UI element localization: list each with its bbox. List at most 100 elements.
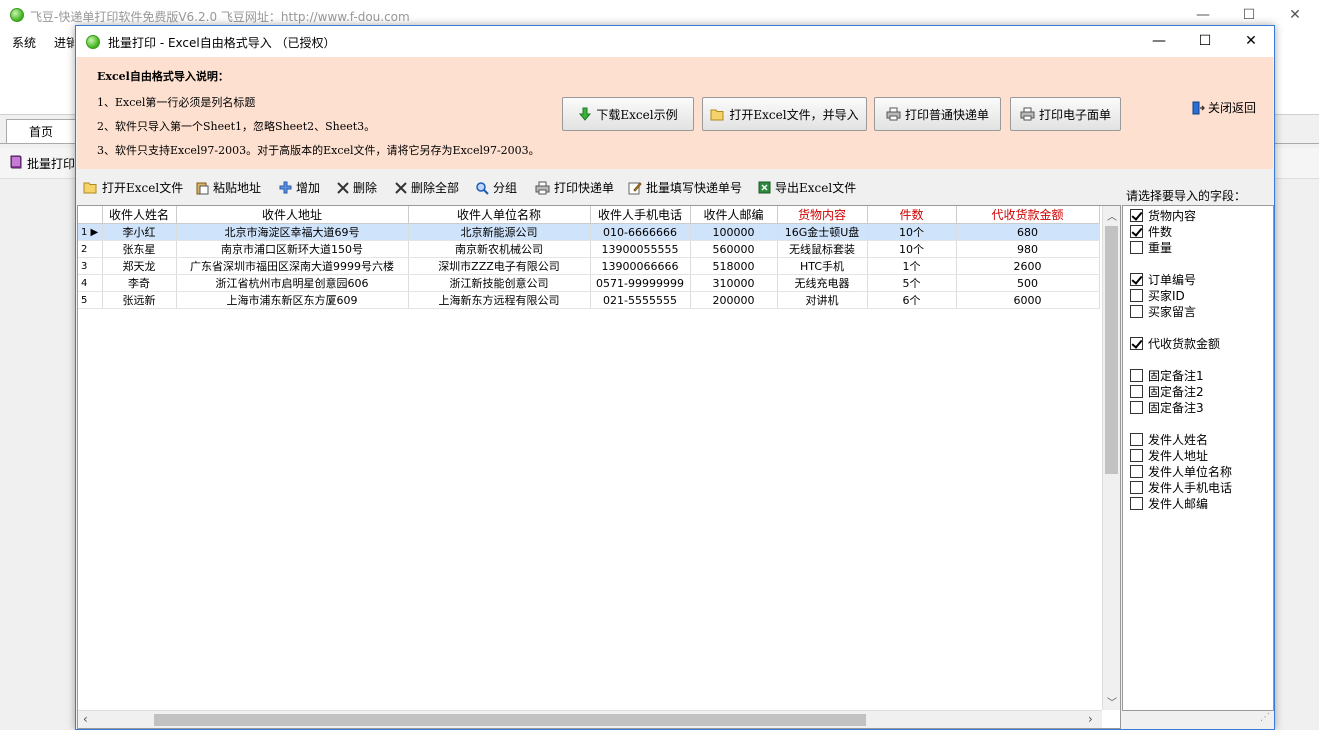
vertical-scroll-thumb[interactable]: [1105, 226, 1118, 474]
checkbox-unchecked-icon[interactable]: [1130, 240, 1143, 254]
cell-goods[interactable]: 无线充电器: [777, 274, 868, 292]
batch-print-nav[interactable]: 批量打印: [27, 155, 75, 172]
cell-name[interactable]: 张东星: [102, 240, 177, 258]
batch-fill-button[interactable]: 批量填写快递单号: [628, 179, 742, 196]
data-grid[interactable]: 收件人姓名 收件人地址 收件人单位名称 收件人手机电话 收件人邮编 货物内容 件…: [77, 205, 1121, 729]
delete-all-button[interactable]: 删除全部: [395, 179, 459, 196]
cell-address[interactable]: 上海市浦东新区东方厦609: [176, 291, 409, 309]
cell-company[interactable]: 深圳市ZZZ电子有限公司: [408, 257, 591, 275]
field-checkbox-sender-company[interactable]: 发件人单位名称: [1130, 463, 1232, 479]
cell-name[interactable]: 李奇: [102, 274, 177, 292]
cell-cod[interactable]: 680: [956, 223, 1100, 241]
field-checkbox-weight[interactable]: 重量: [1130, 239, 1172, 255]
cell-cod[interactable]: 2600: [956, 257, 1100, 275]
checkbox-checked-icon[interactable]: [1130, 224, 1143, 238]
checkbox-unchecked-icon[interactable]: [1130, 432, 1143, 446]
checkbox-unchecked-icon[interactable]: [1130, 496, 1143, 510]
scroll-up-icon[interactable]: ︿: [1107, 208, 1117, 223]
open-excel-button[interactable]: 打开Excel文件: [83, 179, 183, 196]
menu-purchase[interactable]: 进销: [54, 34, 74, 51]
field-checkbox-sender-name[interactable]: 发件人姓名: [1130, 431, 1208, 447]
cell-qty[interactable]: 10个: [867, 223, 957, 241]
dialog-minimize-button[interactable]: —: [1136, 26, 1182, 56]
menu-system[interactable]: 系统: [12, 34, 36, 51]
table-row[interactable]: 3 郑天龙 广东省深圳市福田区深南大道9999号六楼 深圳市ZZZ电子有限公司 …: [78, 257, 1100, 275]
cell-qty[interactable]: 1个: [867, 257, 957, 275]
resize-grip-icon[interactable]: ⋰: [1260, 712, 1270, 723]
cell-phone[interactable]: 13900066666: [590, 257, 691, 275]
field-checkbox-note-3[interactable]: 固定备注3: [1130, 399, 1204, 415]
checkbox-unchecked-icon[interactable]: [1130, 464, 1143, 478]
column-header-cod[interactable]: 代收货款金额: [956, 206, 1100, 224]
cell-phone[interactable]: 0571-99999999: [590, 274, 691, 292]
cell-zip[interactable]: 518000: [690, 257, 778, 275]
checkbox-checked-icon[interactable]: [1130, 272, 1143, 286]
cell-address[interactable]: 南京市浦口区新环大道150号: [176, 240, 409, 258]
print-electronic-button[interactable]: 打印电子面单: [1010, 97, 1121, 131]
field-checkbox-sender-zip[interactable]: 发件人邮编: [1130, 495, 1208, 511]
cell-qty[interactable]: 10个: [867, 240, 957, 258]
cell-goods[interactable]: 16G金士顿U盘: [777, 223, 868, 241]
checkbox-unchecked-icon[interactable]: [1130, 288, 1143, 302]
table-row[interactable]: 4 李奇 浙江省杭州市启明星创意园606 浙江新技能创意公司 0571-9999…: [78, 274, 1100, 292]
cell-company[interactable]: 上海新东方远程有限公司: [408, 291, 591, 309]
field-checkbox-sender-phone[interactable]: 发件人手机电话: [1130, 479, 1232, 495]
cell-goods[interactable]: HTC手机: [777, 257, 868, 275]
field-checkbox-note-1[interactable]: 固定备注1: [1130, 367, 1204, 383]
cell-zip[interactable]: 100000: [690, 223, 778, 241]
cell-cod[interactable]: 980: [956, 240, 1100, 258]
download-sample-button[interactable]: 下载Excel示例: [562, 97, 694, 131]
delete-button[interactable]: 删除: [337, 179, 377, 196]
vertical-scrollbar[interactable]: ︿ ﹀: [1102, 206, 1120, 710]
column-header-name[interactable]: 收件人姓名: [102, 206, 177, 224]
cell-company[interactable]: 浙江新技能创意公司: [408, 274, 591, 292]
field-checkbox-note-2[interactable]: 固定备注2: [1130, 383, 1204, 399]
cell-zip[interactable]: 310000: [690, 274, 778, 292]
cell-goods[interactable]: 对讲机: [777, 291, 868, 309]
cell-name[interactable]: 李小红: [102, 223, 177, 241]
checkbox-unchecked-icon[interactable]: [1130, 304, 1143, 318]
cell-cod[interactable]: 500: [956, 274, 1100, 292]
dialog-maximize-button[interactable]: ☐: [1182, 26, 1228, 56]
cell-qty[interactable]: 5个: [867, 274, 957, 292]
checkbox-checked-icon[interactable]: [1130, 208, 1143, 222]
field-checkbox-goods[interactable]: 货物内容: [1130, 207, 1196, 223]
checkbox-unchecked-icon[interactable]: [1130, 400, 1143, 414]
add-button[interactable]: 增加: [279, 179, 320, 196]
cell-cod[interactable]: 6000: [956, 291, 1100, 309]
cell-zip[interactable]: 200000: [690, 291, 778, 309]
field-checkbox-buyer-id[interactable]: 买家ID: [1130, 287, 1185, 303]
main-close-button[interactable]: ✕: [1272, 0, 1318, 30]
paste-address-button[interactable]: 粘贴地址: [195, 179, 261, 196]
table-row[interactable]: 2 张东星 南京市浦口区新环大道150号 南京新农机械公司 1390005555…: [78, 240, 1100, 258]
cell-name[interactable]: 张远新: [102, 291, 177, 309]
column-header-goods[interactable]: 货物内容: [777, 206, 868, 224]
cell-goods[interactable]: 无线鼠标套装: [777, 240, 868, 258]
close-return-button[interactable]: 关闭返回: [1191, 99, 1256, 116]
checkbox-unchecked-icon[interactable]: [1130, 480, 1143, 494]
dialog-close-button[interactable]: ✕: [1228, 26, 1274, 56]
cell-address[interactable]: 北京市海淀区幸福大道69号: [176, 223, 409, 241]
cell-zip[interactable]: 560000: [690, 240, 778, 258]
cell-name[interactable]: 郑天龙: [102, 257, 177, 275]
table-row[interactable]: 1 ▶ 李小红 北京市海淀区幸福大道69号 北京新能源公司 010-666666…: [78, 223, 1100, 241]
cell-phone[interactable]: 021-5555555: [590, 291, 691, 309]
field-checkbox-cod[interactable]: 代收货款金额: [1130, 335, 1220, 351]
print-express-button[interactable]: 打印快递单: [535, 179, 614, 196]
cell-company[interactable]: 南京新农机械公司: [408, 240, 591, 258]
checkbox-unchecked-icon[interactable]: [1130, 448, 1143, 462]
cell-phone[interactable]: 010-6666666: [590, 223, 691, 241]
open-import-button[interactable]: 打开Excel文件，并导入: [702, 97, 867, 131]
tab-home[interactable]: 首页: [6, 119, 76, 144]
field-checkbox-order-no[interactable]: 订单编号: [1130, 271, 1196, 287]
field-checkbox-sender-address[interactable]: 发件人地址: [1130, 447, 1208, 463]
checkbox-unchecked-icon[interactable]: [1130, 368, 1143, 382]
checkbox-checked-icon[interactable]: [1130, 336, 1143, 350]
cell-company[interactable]: 北京新能源公司: [408, 223, 591, 241]
print-normal-button[interactable]: 打印普通快递单: [874, 97, 1001, 131]
group-button[interactable]: 分组: [475, 179, 517, 196]
table-row[interactable]: 5 张远新 上海市浦东新区东方厦609 上海新东方远程有限公司 021-5555…: [78, 291, 1100, 309]
export-excel-button[interactable]: 导出Excel文件: [758, 179, 856, 196]
field-checkbox-buyer-msg[interactable]: 买家留言: [1130, 303, 1196, 319]
checkbox-unchecked-icon[interactable]: [1130, 384, 1143, 398]
